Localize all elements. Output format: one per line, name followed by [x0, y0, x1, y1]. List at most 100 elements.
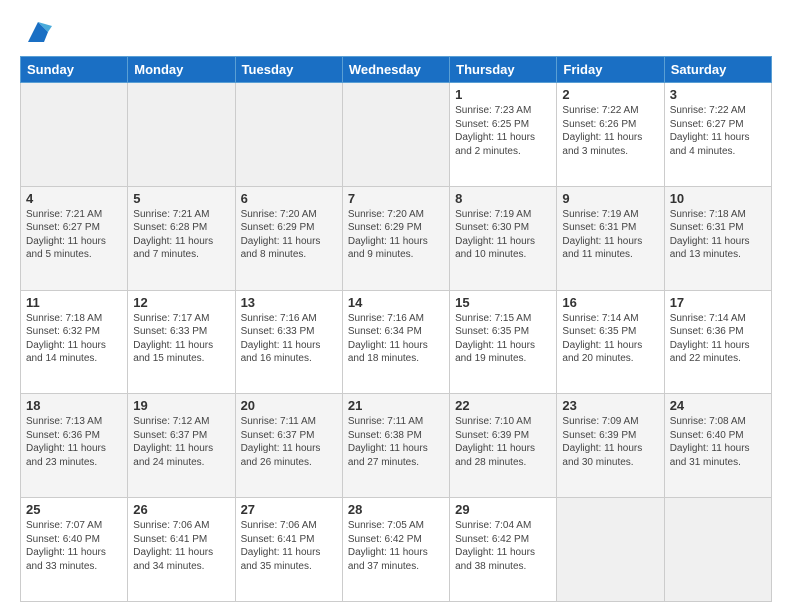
day-number: 13 [241, 295, 337, 310]
calendar-week-row: 18Sunrise: 7:13 AM Sunset: 6:36 PM Dayli… [21, 394, 772, 498]
day-number: 23 [562, 398, 658, 413]
day-number: 27 [241, 502, 337, 517]
day-info: Sunrise: 7:05 AM Sunset: 6:42 PM Dayligh… [348, 519, 444, 573]
day-info: Sunrise: 7:10 AM Sunset: 6:39 PM Dayligh… [455, 415, 551, 469]
weekday-header-friday: Friday [557, 57, 664, 83]
day-info: Sunrise: 7:06 AM Sunset: 6:41 PM Dayligh… [133, 519, 229, 573]
day-number: 21 [348, 398, 444, 413]
calendar-week-row: 25Sunrise: 7:07 AM Sunset: 6:40 PM Dayli… [21, 498, 772, 602]
day-number: 11 [26, 295, 122, 310]
weekday-header-wednesday: Wednesday [342, 57, 449, 83]
calendar-cell [128, 83, 235, 187]
weekday-header-row: SundayMondayTuesdayWednesdayThursdayFrid… [21, 57, 772, 83]
day-number: 17 [670, 295, 766, 310]
calendar-cell: 7Sunrise: 7:20 AM Sunset: 6:29 PM Daylig… [342, 186, 449, 290]
calendar-cell: 8Sunrise: 7:19 AM Sunset: 6:30 PM Daylig… [450, 186, 557, 290]
calendar-cell: 29 Sunrise: 7:04 AM Sunset: 6:42 PM Dayli… [450, 498, 557, 602]
calendar-cell: 10Sunrise: 7:18 AM Sunset: 6:31 PM Dayli… [664, 186, 771, 290]
calendar-cell: 5 Sunrise: 7:21 AM Sunset: 6:28 PM Daylig… [128, 186, 235, 290]
day-number: 5 [133, 191, 229, 206]
calendar-cell: 15 Sunrise: 7:15 AM Sunset: 6:35 PM Dayli… [450, 290, 557, 394]
calendar-cell [557, 498, 664, 602]
day-info: Sunrise: 7:16 AM Sunset: 6:33 PM Dayligh… [241, 312, 337, 366]
day-number: 24 [670, 398, 766, 413]
day-info: Sunrise: 7:16 AM Sunset: 6:34 PM Dayligh… [348, 312, 444, 366]
calendar-cell: 2 Sunrise: 7:22 AM Sunset: 6:26 PM Daylig… [557, 83, 664, 187]
day-info: Sunrise: 7:07 AM Sunset: 6:40 PM Dayligh… [26, 519, 122, 573]
weekday-header-tuesday: Tuesday [235, 57, 342, 83]
logo [20, 18, 52, 46]
day-info: Sunrise: 7:12 AM Sunset: 6:37 PM Dayligh… [133, 415, 229, 469]
day-info: Sunrise: 7:19 AM Sunset: 6:31 PM Dayligh… [562, 208, 658, 262]
day-info: Sunrise: 7:15 AM Sunset: 6:35 PM Dayligh… [455, 312, 551, 366]
day-number: 28 [348, 502, 444, 517]
day-number: 2 [562, 87, 658, 102]
day-number: 20 [241, 398, 337, 413]
day-info: Sunrise: 7:11 AM Sunset: 6:37 PM Dayligh… [241, 415, 337, 469]
calendar-cell: 11 Sunrise: 7:18 AM Sunset: 6:32 PM Dayli… [21, 290, 128, 394]
day-info: Sunrise: 7:22 AM Sunset: 6:26 PM Dayligh… [562, 104, 658, 158]
day-number: 1 [455, 87, 551, 102]
day-info: Sunrise: 7:18 AM Sunset: 6:32 PM Dayligh… [26, 312, 122, 366]
calendar-week-row: 11 Sunrise: 7:18 AM Sunset: 6:32 PM Dayli… [21, 290, 772, 394]
calendar-cell: 18Sunrise: 7:13 AM Sunset: 6:36 PM Dayli… [21, 394, 128, 498]
day-info: Sunrise: 7:11 AM Sunset: 6:38 PM Dayligh… [348, 415, 444, 469]
day-number: 14 [348, 295, 444, 310]
day-info: Sunrise: 7:14 AM Sunset: 6:36 PM Dayligh… [670, 312, 766, 366]
calendar-cell: 4 Sunrise: 7:21 AM Sunset: 6:27 PM Daylig… [21, 186, 128, 290]
calendar-cell: 21 Sunrise: 7:11 AM Sunset: 6:38 PM Dayli… [342, 394, 449, 498]
day-info: Sunrise: 7:21 AM Sunset: 6:28 PM Dayligh… [133, 208, 229, 262]
day-info: Sunrise: 7:23 AM Sunset: 6:25 PM Dayligh… [455, 104, 551, 158]
calendar-cell: 1 Sunrise: 7:23 AM Sunset: 6:25 PM Daylig… [450, 83, 557, 187]
calendar-cell: 27 Sunrise: 7:06 AM Sunset: 6:41 PM Dayli… [235, 498, 342, 602]
calendar-cell [21, 83, 128, 187]
calendar-cell: 17 Sunrise: 7:14 AM Sunset: 6:36 PM Dayli… [664, 290, 771, 394]
calendar-cell: 6 Sunrise: 7:20 AM Sunset: 6:29 PM Daylig… [235, 186, 342, 290]
page: SundayMondayTuesdayWednesdayThursdayFrid… [0, 0, 792, 612]
calendar-cell: 19 Sunrise: 7:12 AM Sunset: 6:37 PM Dayli… [128, 394, 235, 498]
day-number: 26 [133, 502, 229, 517]
calendar-cell: 16 Sunrise: 7:14 AM Sunset: 6:35 PM Dayli… [557, 290, 664, 394]
day-info: Sunrise: 7:06 AM Sunset: 6:41 PM Dayligh… [241, 519, 337, 573]
day-info: Sunrise: 7:21 AM Sunset: 6:27 PM Dayligh… [26, 208, 122, 262]
day-number: 8 [455, 191, 551, 206]
day-number: 7 [348, 191, 444, 206]
day-info: Sunrise: 7:04 AM Sunset: 6:42 PM Dayligh… [455, 519, 551, 573]
header [20, 18, 772, 46]
calendar-cell [342, 83, 449, 187]
calendar-cell [235, 83, 342, 187]
weekday-header-thursday: Thursday [450, 57, 557, 83]
logo-icon [24, 18, 52, 46]
day-number: 15 [455, 295, 551, 310]
day-number: 12 [133, 295, 229, 310]
day-number: 29 [455, 502, 551, 517]
calendar-cell: 26 Sunrise: 7:06 AM Sunset: 6:41 PM Dayli… [128, 498, 235, 602]
day-number: 16 [562, 295, 658, 310]
calendar-cell: 28 Sunrise: 7:05 AM Sunset: 6:42 PM Dayli… [342, 498, 449, 602]
day-info: Sunrise: 7:17 AM Sunset: 6:33 PM Dayligh… [133, 312, 229, 366]
day-number: 9 [562, 191, 658, 206]
weekday-header-saturday: Saturday [664, 57, 771, 83]
calendar-cell: 24 Sunrise: 7:08 AM Sunset: 6:40 PM Dayli… [664, 394, 771, 498]
calendar-cell: 9 Sunrise: 7:19 AM Sunset: 6:31 PM Daylig… [557, 186, 664, 290]
calendar-cell: 12 Sunrise: 7:17 AM Sunset: 6:33 PM Dayli… [128, 290, 235, 394]
day-info: Sunrise: 7:22 AM Sunset: 6:27 PM Dayligh… [670, 104, 766, 158]
day-info: Sunrise: 7:13 AM Sunset: 6:36 PM Dayligh… [26, 415, 122, 469]
day-info: Sunrise: 7:08 AM Sunset: 6:40 PM Dayligh… [670, 415, 766, 469]
day-number: 4 [26, 191, 122, 206]
day-info: Sunrise: 7:20 AM Sunset: 6:29 PM Dayligh… [241, 208, 337, 262]
day-number: 6 [241, 191, 337, 206]
calendar-table: SundayMondayTuesdayWednesdayThursdayFrid… [20, 56, 772, 602]
day-info: Sunrise: 7:18 AM Sunset: 6:31 PM Dayligh… [670, 208, 766, 262]
calendar-cell: 23 Sunrise: 7:09 AM Sunset: 6:39 PM Dayli… [557, 394, 664, 498]
calendar-week-row: 4 Sunrise: 7:21 AM Sunset: 6:27 PM Daylig… [21, 186, 772, 290]
calendar-cell: 22Sunrise: 7:10 AM Sunset: 6:39 PM Dayli… [450, 394, 557, 498]
calendar-cell: 13 Sunrise: 7:16 AM Sunset: 6:33 PM Dayli… [235, 290, 342, 394]
weekday-header-monday: Monday [128, 57, 235, 83]
calendar-cell: 3Sunrise: 7:22 AM Sunset: 6:27 PM Daylig… [664, 83, 771, 187]
day-number: 19 [133, 398, 229, 413]
weekday-header-sunday: Sunday [21, 57, 128, 83]
calendar-cell: 14 Sunrise: 7:16 AM Sunset: 6:34 PM Dayli… [342, 290, 449, 394]
day-info: Sunrise: 7:14 AM Sunset: 6:35 PM Dayligh… [562, 312, 658, 366]
day-info: Sunrise: 7:09 AM Sunset: 6:39 PM Dayligh… [562, 415, 658, 469]
